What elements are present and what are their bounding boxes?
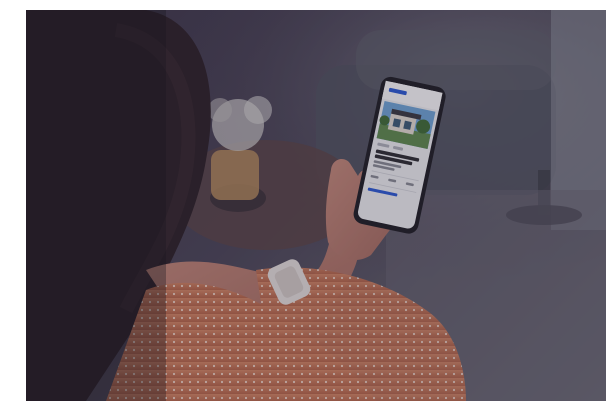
scene-illustration (26, 10, 606, 401)
photo (26, 10, 606, 401)
